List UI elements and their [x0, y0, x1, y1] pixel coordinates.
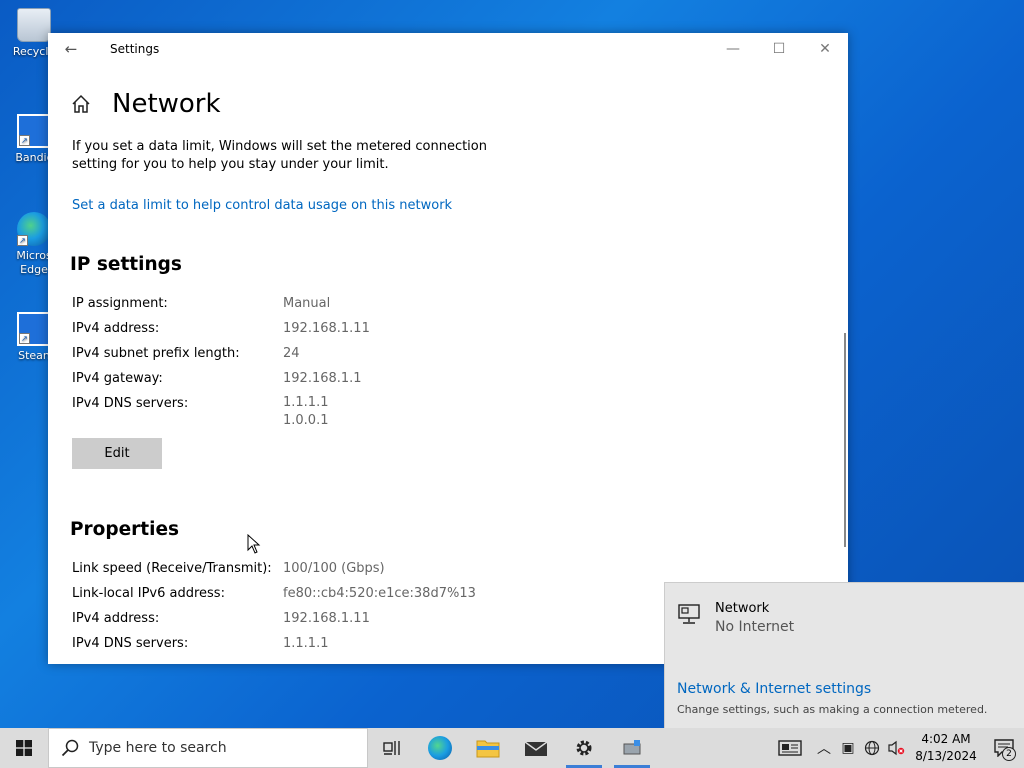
action-center-button[interactable]: 2 [984, 728, 1024, 768]
kv-label: IPv4 DNS servers: [72, 636, 189, 651]
close-button[interactable]: ✕ [802, 33, 848, 65]
kv-label: IP assignment: [72, 296, 168, 311]
dns-server-2: 1.0.0.1 [283, 413, 329, 428]
ip-settings-list: IP assignment: Manual IPv4 address: 192.… [72, 291, 792, 430]
kv-value: 192.168.1.11 [283, 611, 370, 626]
taskbar-edge[interactable] [416, 728, 464, 768]
edge-icon [428, 736, 452, 760]
taskbar-network-app[interactable] [608, 728, 656, 768]
maximize-button[interactable]: ☐ [756, 33, 802, 65]
dns-server-1: 1.1.1.1 [283, 395, 329, 410]
edge-icon: ↗ [17, 212, 51, 246]
mail-icon [524, 741, 548, 756]
kv-value: 192.168.1.1 [283, 371, 362, 386]
title-bar: ← Settings — ☐ ✕ [48, 33, 848, 65]
volume-muted-icon [888, 740, 905, 756]
kv-value-multi: 1.1.1.1 1.0.0.1 [283, 391, 328, 430]
maximize-icon: ☐ [772, 41, 786, 57]
network-internet-settings-link[interactable]: Network & Internet settings [677, 681, 871, 697]
minimize-icon: — [726, 41, 740, 57]
kv-label: IPv4 gateway: [72, 371, 163, 386]
kv-row: IPv4 gateway: 192.168.1.1 [72, 366, 792, 391]
taskbar-search-box[interactable]: Type here to search [48, 728, 368, 768]
kv-value: 24 [283, 346, 300, 361]
settings-content: If you set a data limit, Windows will se… [70, 138, 792, 656]
metered-description: If you set a data limit, Windows will se… [72, 139, 487, 172]
news-widget-button[interactable] [768, 728, 812, 768]
network-tray-button[interactable] [860, 728, 884, 768]
kv-value: 100/100 (Gbps) [283, 561, 385, 576]
home-icon[interactable] [70, 93, 92, 115]
clock-date: 8/13/2024 [915, 749, 977, 763]
gear-icon [576, 740, 592, 756]
task-view-button[interactable] [368, 728, 416, 768]
kv-label: IPv4 address: [72, 611, 160, 626]
kv-value: Manual [283, 296, 331, 311]
set-data-limit-link[interactable]: Set a data limit to help control data us… [72, 198, 792, 213]
search-icon [61, 739, 79, 757]
network-name: Network [715, 601, 770, 616]
close-icon: ✕ [819, 41, 831, 57]
shortcut-arrow-icon: ↗ [17, 235, 28, 246]
kv-row: IPv4 address: 192.168.1.11 [72, 316, 792, 341]
camera-icon: ▣ [841, 740, 855, 756]
edit-ip-button[interactable]: Edit [72, 438, 162, 469]
taskbar: Type here to search ︿ ▣ 4:02 AM 8/13/202… [0, 728, 1024, 768]
clock[interactable]: 4:02 AM 8/13/2024 [908, 731, 984, 765]
folder-icon [476, 740, 500, 758]
taskbar-mail[interactable] [512, 728, 560, 768]
taskbar-file-explorer[interactable] [464, 728, 512, 768]
page-title: Network [112, 89, 221, 119]
recycle-bin-icon [17, 8, 51, 42]
taskbar-settings[interactable] [560, 728, 608, 768]
kv-row: IP assignment: Manual [72, 291, 792, 316]
system-tray: ︿ ▣ 4:02 AM 8/13/2024 2 [768, 728, 1024, 768]
globe-icon [864, 740, 880, 756]
kv-row: IPv4 DNS servers: 1.1.1.1 1.0.0.1 [72, 391, 792, 430]
notification-count-badge: 2 [1002, 747, 1016, 761]
kv-label: IPv4 DNS servers: [72, 396, 189, 411]
network-flyout: Network No Internet Network & Internet s… [664, 582, 1024, 728]
ethernet-icon [678, 604, 700, 624]
clock-time: 4:02 AM [921, 732, 971, 746]
ip-settings-heading: IP settings [70, 254, 182, 275]
network-entry[interactable]: Network No Internet [677, 601, 794, 635]
back-arrow-icon: ← [64, 40, 78, 58]
kv-value: 192.168.1.11 [283, 321, 370, 336]
app-icon: ↗ [17, 312, 51, 346]
news-icon [778, 740, 802, 756]
task-view-icon [383, 741, 400, 755]
properties-heading: Properties [70, 519, 180, 540]
kv-label: IPv4 subnet prefix length: [72, 346, 240, 361]
kv-row: Link speed (Receive/Transmit): 100/100 (… [72, 556, 792, 581]
network-settings-description: Change settings, such as making a connec… [677, 703, 988, 716]
settings-window: ← Settings — ☐ ✕ Network If you set a da… [48, 33, 848, 664]
minimize-button[interactable]: — [710, 33, 756, 65]
shortcut-arrow-icon: ↗ [19, 135, 30, 146]
meet-now-button[interactable]: ▣ [836, 728, 860, 768]
chevron-up-icon: ︿ [817, 741, 831, 757]
kv-label: Link-local IPv6 address: [72, 586, 225, 601]
window-title: Settings [110, 42, 160, 56]
show-hidden-icons-button[interactable]: ︿ [812, 728, 836, 768]
shortcut-arrow-icon: ↗ [19, 333, 30, 344]
search-placeholder: Type here to search [89, 740, 227, 756]
network-app-icon [623, 740, 641, 755]
volume-button[interactable] [884, 728, 908, 768]
kv-label: IPv4 address: [72, 321, 160, 336]
back-button[interactable]: ← [48, 33, 94, 65]
start-button[interactable] [0, 728, 48, 768]
kv-value: fe80::cb4:520:e1ce:38d7%13 [283, 586, 476, 601]
mouse-cursor-icon [247, 534, 261, 554]
network-status: No Internet [715, 619, 795, 635]
kv-row: IPv4 subnet prefix length: 24 [72, 341, 792, 366]
windows-logo-icon [16, 740, 32, 756]
app-icon: ↗ [17, 114, 51, 148]
kv-label: Link speed (Receive/Transmit): [72, 561, 272, 576]
vertical-scrollbar[interactable] [844, 333, 846, 547]
kv-value: 1.1.1.1 [283, 636, 329, 651]
